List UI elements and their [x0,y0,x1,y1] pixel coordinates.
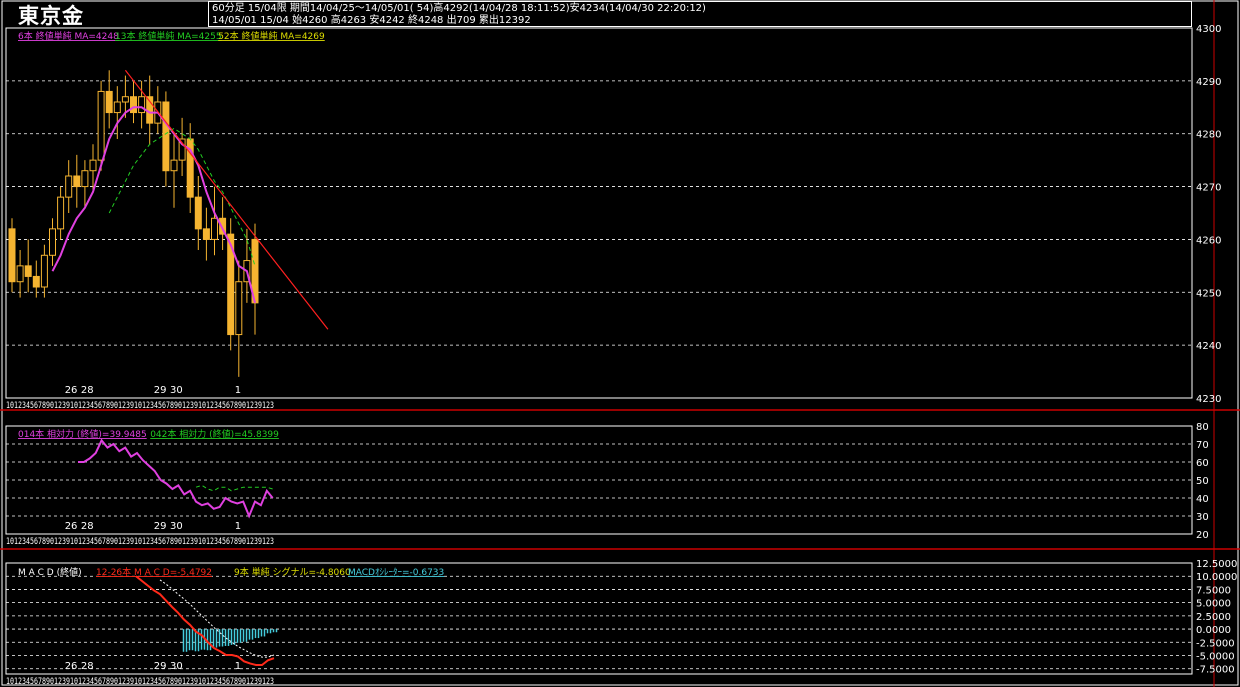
date-label: 29 [154,661,167,672]
candle-body [202,228,210,240]
date-label: 28 [81,521,94,532]
date-label: 29 [154,385,167,396]
chart-window: 東京金 60分足 15/04限 期間14/04/25～14/05/01( 54)… [0,0,1240,687]
ma6-line [51,106,256,304]
date-label: 1 [235,661,241,672]
macd-tick-label: 5.0000 [1196,599,1231,610]
macd-legend-entry: M A C D (終値) [18,566,82,578]
macd-tick-label: 10.0000 [1196,572,1237,583]
candle-body [121,96,129,103]
price-tick-label: 4230 [1196,394,1221,405]
price-tick-label: 4250 [1196,288,1221,299]
date-label: 26 [65,385,78,396]
macd-tick-label: 12.5000 [1196,559,1237,570]
candle-body [16,265,24,283]
trend-line [124,69,329,330]
outer-frame [1,0,1239,686]
date-label: 26 [65,521,78,532]
rsi-tick-label: 70 [1196,440,1209,451]
rsi-tick-label: 60 [1196,458,1209,469]
rsi-legend-entry: 042本 相対力 (終値)=45.8399 [150,428,279,440]
candle-body [32,275,40,288]
candle-body [8,228,16,283]
macd-legend-entry: 9本 単純 シグナル=-4.8060 [234,566,351,578]
macd-legend-entry: 12-26本 M A C D=-5.4792 [96,566,212,578]
price-tick-label: 4260 [1196,235,1221,246]
candle-body [113,101,121,114]
date-label: 1 [235,521,241,532]
macd-tick-label: -2.5000 [1196,638,1235,649]
rsi-tick-label: 30 [1196,512,1209,523]
candle-body [40,254,48,288]
candle-body [81,170,89,188]
candle-body [97,90,105,161]
date-label: 1 [235,385,241,396]
candle-body [138,96,146,114]
chart-canvas: 4230 4240 4250 4260 4270 4280 4290 4300 6本 終値単純 … [0,0,1240,687]
candle-body [194,196,202,230]
macd-tick-label: 2.5000 [1196,612,1231,623]
price-tick-label: 4240 [1196,341,1221,352]
date-label: 28 [81,385,94,396]
rsi-tick-label: 20 [1196,530,1209,541]
rsi14-line [78,438,274,519]
candle-body [130,96,137,114]
date-label: 28 [81,661,94,672]
price-tick-label: 4280 [1196,130,1221,141]
price-panel-frame [5,27,1193,399]
rsi-tick-label: 80 [1196,422,1209,433]
price-tick-label: 4300 [1196,24,1221,35]
ma-legend-entry: 6本 終値単純 MA=4248 [18,30,119,42]
date-label: 30 [170,385,183,396]
hour-axis-labels: 1012345678901239101234567890123910123456… [6,401,274,411]
rsi-tick-label: 50 [1196,476,1209,487]
macd-tick-label: -7.5000 [1196,665,1235,676]
candle-body [162,101,170,172]
rsi42-line [195,484,273,492]
candle-body [89,159,97,172]
candle-body [105,90,113,114]
date-label: 30 [170,661,183,672]
candle-body [73,175,81,188]
ma-legend-entry: 13本 終値単純 MA=4255 [115,30,222,42]
macd-tick-label: -5.0000 [1196,652,1235,663]
hour-axis-labels: 1012345678901239101234567890123910123456… [6,677,274,687]
candle-body [235,281,243,336]
candle-body [57,196,65,230]
rsi-legend-entry: 014本 相対力 (終値)=39.9485 [18,428,147,440]
date-label: 30 [170,521,183,532]
macd-tick-label: 7.5000 [1196,585,1231,596]
ma-legend-entry: 52本 終値単純 MA=4269 [218,30,325,42]
rsi-tick-label: 40 [1196,494,1209,505]
price-tick-label: 4270 [1196,183,1221,194]
candle-body [49,228,56,256]
date-label: 29 [154,521,167,532]
candle-body [24,265,32,277]
candle-body [170,159,178,172]
date-label: 26 [65,661,78,672]
macd-tick-label: 0.0000 [1196,625,1231,636]
price-tick-label: 4290 [1196,77,1221,88]
macd-legend-entry: MACDｵｼﾚｰﾀｰ=-0.6733 [348,567,444,578]
candle-body [211,217,218,240]
hour-axis-labels: 1012345678901239101234567890123910123456… [6,537,274,547]
candle-body [65,175,73,198]
